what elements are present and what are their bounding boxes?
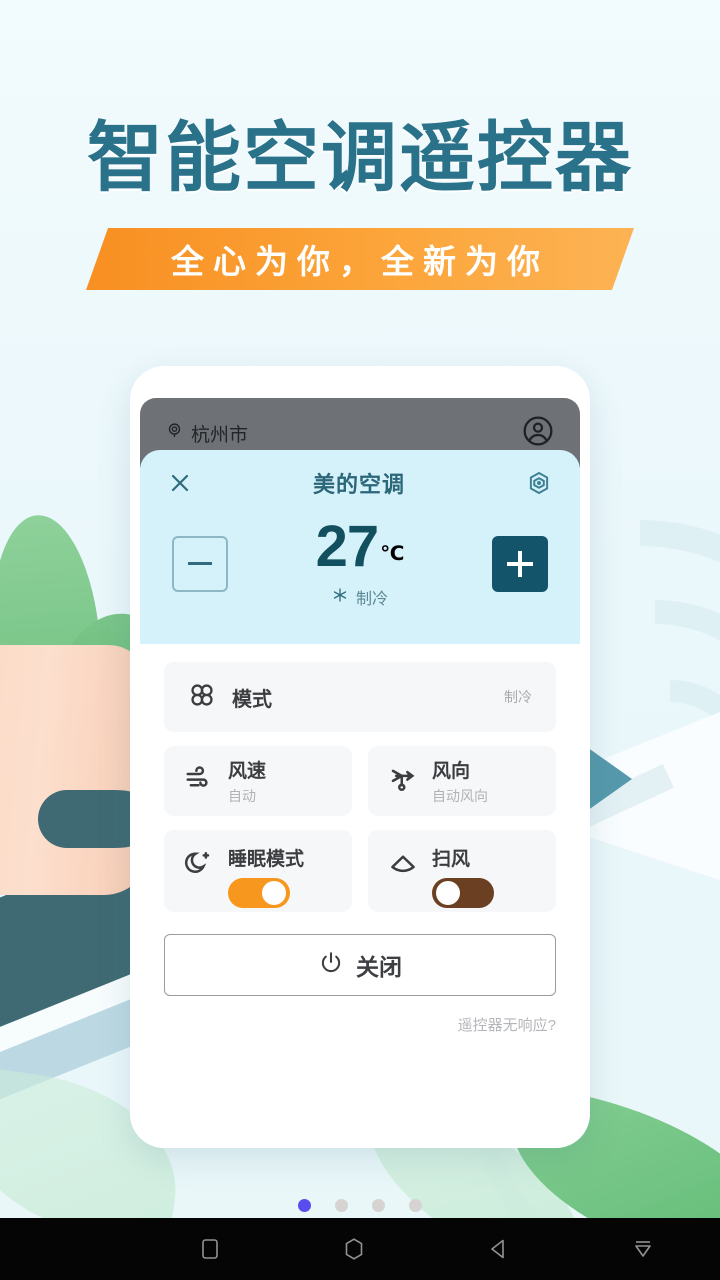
pagination-dot-3[interactable] <box>372 1199 385 1212</box>
temperature-value-wrap: 27 ℃ <box>228 518 492 576</box>
pagination-dots <box>0 1199 720 1212</box>
swing-fan-icon <box>388 848 418 883</box>
sleep-mode-toggle-knob <box>262 881 286 905</box>
control-cell-wind-direction-label: 风向 <box>432 761 471 782</box>
control-row-mode-value: 制冷 <box>504 689 532 705</box>
power-off-button[interactable]: 关闭 <box>164 934 556 996</box>
wind-icon <box>184 764 214 799</box>
control-cell-swing-text: 扫风 <box>432 844 494 908</box>
pagination-dot-4[interactable] <box>409 1199 422 1212</box>
swing-toggle-knob <box>436 881 460 905</box>
current-mode-label: 制冷 <box>355 591 388 608</box>
control-cell-sleep-mode[interactable]: 睡眠模式 <box>164 830 352 912</box>
control-cell-wind-direction[interactable]: 风向 自动风向 <box>368 746 556 816</box>
swing-toggle[interactable] <box>432 878 494 908</box>
triangle-back-icon[interactable] <box>486 1235 512 1263</box>
current-mode-indicator: 制冷 <box>228 585 492 609</box>
moon-star-icon <box>184 848 214 883</box>
remote-help-link[interactable]: 遥控器无响应? <box>164 1014 556 1035</box>
temperature-decrease-button[interactable] <box>172 535 228 592</box>
clover-mode-icon <box>188 681 216 714</box>
ac-control-card: 美的空调 27 ℃ 制冷 <box>140 450 580 644</box>
location-indicator[interactable]: 杭州市 <box>166 420 248 447</box>
control-cell-fan-speed[interactable]: 风速 自动 <box>164 746 352 816</box>
gear-hexagon-icon[interactable] <box>526 470 552 496</box>
promo-ribbon: 全心为你，全新为你 <box>86 228 634 290</box>
temperature-control-row: 27 ℃ 制冷 <box>140 518 580 609</box>
power-icon <box>318 950 344 981</box>
control-cell-fan-speed-value: 自动 <box>228 788 256 804</box>
promo-ribbon-text: 全心为你，全新为你 <box>171 242 549 281</box>
control-cell-sleep-mode-text: 睡眠模式 <box>228 844 304 908</box>
control-row-mode-left: 模式 <box>188 681 272 714</box>
control-row-mode-label: 模式 <box>232 688 272 711</box>
ac-card-topbar: 美的空调 <box>140 450 580 516</box>
hexagon-home-icon[interactable] <box>340 1235 368 1263</box>
square-recents-icon[interactable] <box>198 1235 222 1263</box>
control-cell-swing[interactable]: 扫风 <box>368 830 556 912</box>
snowflake-icon <box>332 587 348 608</box>
promo-headline: 智能空调遥控器 <box>87 113 633 202</box>
location-label: 杭州市 <box>191 424 249 446</box>
ac-device-title: 美的空调 <box>312 472 405 497</box>
android-navigation-bar <box>0 1218 720 1280</box>
close-x-icon[interactable] <box>168 471 192 495</box>
hide-keyboard-icon[interactable] <box>630 1235 656 1263</box>
control-row-mode[interactable]: 模式 制冷 <box>164 662 556 732</box>
control-cell-swing-label: 扫风 <box>432 849 471 870</box>
control-cell-wind-direction-value: 自动风向 <box>432 788 488 804</box>
temperature-unit: ℃ <box>380 542 405 565</box>
temperature-display: 27 ℃ 制冷 <box>228 518 492 609</box>
sleep-mode-toggle[interactable] <box>228 878 290 908</box>
temperature-value: 27 <box>315 514 380 579</box>
hand-illustration <box>0 645 150 895</box>
pagination-dot-2[interactable] <box>335 1199 348 1212</box>
location-pin-icon <box>166 422 183 445</box>
control-cell-sleep-mode-label: 睡眠模式 <box>228 849 305 870</box>
control-cell-fan-speed-text: 风速 自动 <box>228 756 266 806</box>
control-cell-fan-speed-label: 风速 <box>228 761 267 782</box>
control-cell-wind-direction-text: 风向 自动风向 <box>432 756 488 806</box>
control-grid-row-1: 风速 自动 风向 自动风向 <box>164 746 556 816</box>
signal-triangle-icon <box>584 745 632 813</box>
leaf-decoration-top-left-1 <box>0 511 105 719</box>
weathervane-icon <box>388 764 418 799</box>
control-grid-row-2: 睡眠模式 扫风 <box>164 830 556 912</box>
power-off-label: 关闭 <box>356 954 402 980</box>
control-list: 模式 制冷 风速 自动 风向 自动风向 睡眠模式 扫风 关闭 遥控器无响应? <box>164 662 556 1035</box>
pagination-dot-1[interactable] <box>298 1199 311 1212</box>
account-circle-icon[interactable] <box>522 415 554 452</box>
phone-mockup: 杭州市 美的空调 27 ℃ 制冷 模式 制冷 风速 自动 风向 自动风向 睡眠模… <box>130 366 590 1148</box>
promo-screen: 智能空调遥控器 全心为你，全新为你 杭州市 美的空调 27 ℃ 制冷 模式 制冷… <box>0 0 720 1280</box>
temperature-increase-button[interactable] <box>492 535 548 592</box>
